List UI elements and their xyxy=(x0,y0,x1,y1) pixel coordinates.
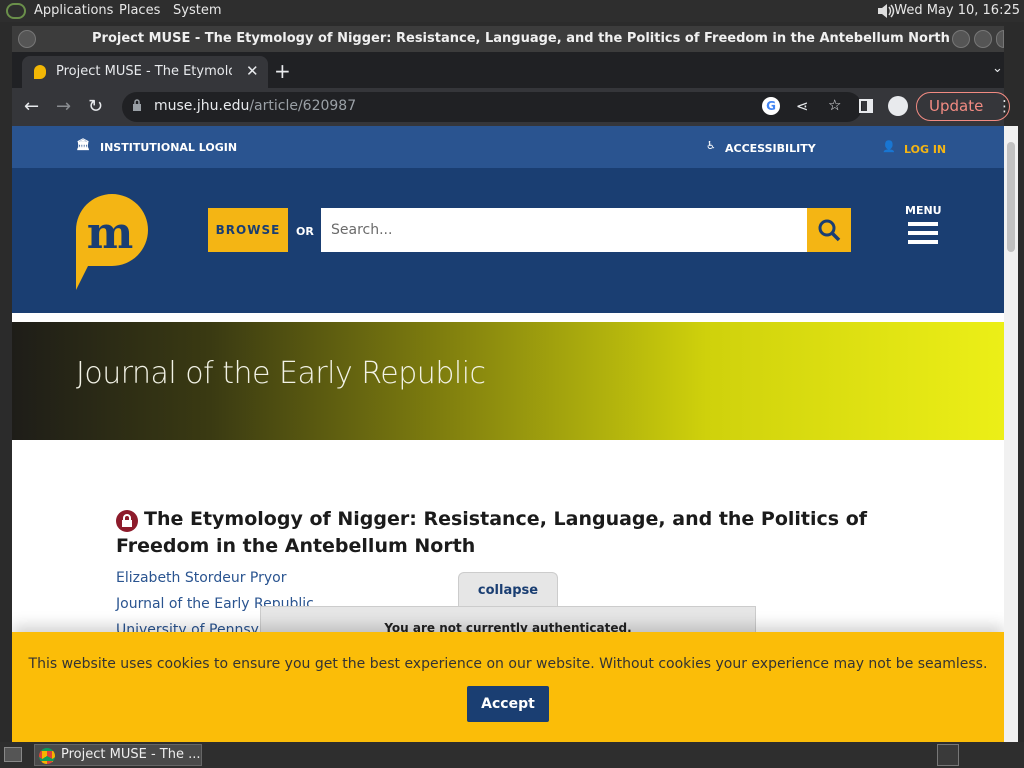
close-window-button[interactable] xyxy=(996,30,1004,48)
article-title: The Etymology of Nigger: Resistance, Lan… xyxy=(116,508,868,557)
lock-icon[interactable] xyxy=(132,99,142,112)
scrollbar-thumb[interactable] xyxy=(1007,142,1015,252)
close-tab-icon[interactable]: ✕ xyxy=(246,62,259,80)
login-link[interactable]: LOG IN xyxy=(904,143,946,156)
hamburger-icon xyxy=(905,222,941,244)
project-muse-logo[interactable]: m xyxy=(74,192,150,292)
collapse-tab[interactable]: collapse xyxy=(458,572,558,608)
window-menu-button[interactable] xyxy=(18,30,36,48)
maximize-button[interactable] xyxy=(974,30,992,48)
minimize-button[interactable] xyxy=(952,30,970,48)
places-menu[interactable]: Places xyxy=(119,3,160,18)
browse-button[interactable]: BROWSE xyxy=(208,208,288,252)
google-lens-icon[interactable]: G xyxy=(762,97,780,115)
back-arrow-icon[interactable]: ← xyxy=(24,96,39,117)
update-button[interactable]: Update ⋮ xyxy=(916,92,1012,121)
side-panel-icon[interactable] xyxy=(859,99,873,113)
window-title: Project MUSE - The Etymology of Nigger: … xyxy=(92,31,952,46)
url-path: /article/620987 xyxy=(249,98,357,114)
kebab-menu-icon[interactable]: ⋮ xyxy=(997,97,1012,115)
system-logo-icon[interactable] xyxy=(6,3,26,19)
utility-bar: 🏛 INSTITUTIONAL LOGIN ♿ ACCESSIBILITY 👤 … xyxy=(12,126,1004,168)
svg-text:m: m xyxy=(87,208,134,259)
cookie-banner: This website uses cookies to ensure you … xyxy=(12,632,1004,742)
accessibility-icon[interactable]: ♿ xyxy=(706,139,716,152)
chrome-icon xyxy=(39,748,55,764)
muse-favicon-icon xyxy=(34,65,46,79)
journal-banner: Journal of the Early Republic xyxy=(12,322,1004,440)
taskbar-window-label: Project MUSE - The ... xyxy=(61,747,201,762)
update-label: Update xyxy=(929,97,984,115)
share-icon[interactable]: ⋖ xyxy=(796,97,809,115)
url-host: muse.jhu.edu xyxy=(154,98,250,114)
menu-button[interactable]: MENU xyxy=(905,204,942,244)
address-bar[interactable]: muse.jhu.edu/article/620987 G ⋖ ☆ xyxy=(122,92,862,122)
new-tab-icon[interactable]: + xyxy=(274,59,291,83)
profile-avatar-icon[interactable] xyxy=(888,96,908,116)
or-label: OR xyxy=(296,225,314,238)
system-menu[interactable]: System xyxy=(173,3,221,18)
clock[interactable]: Wed May 10, 16:25 xyxy=(894,3,1020,18)
window-titlebar[interactable]: Project MUSE - The Etymology of Nigger: … xyxy=(12,26,1004,52)
bookmark-star-icon[interactable]: ☆ xyxy=(828,96,841,114)
tab-search-chevron-icon[interactable]: ⌄ xyxy=(992,61,1003,76)
tab-title: Project MUSE - The Etymolog xyxy=(56,64,232,79)
accept-cookies-button[interactable]: Accept xyxy=(467,686,549,722)
site-header: m BROWSE OR MENU xyxy=(12,168,1004,313)
article-author-link[interactable]: Elizabeth Stordeur Pryor xyxy=(116,570,286,586)
cookie-message: This website uses cookies to ensure you … xyxy=(28,656,988,672)
institution-icon[interactable]: 🏛 xyxy=(76,138,90,151)
user-icon[interactable]: 👤 xyxy=(882,140,896,153)
browser-toolbar: ← → ↻ muse.jhu.edu/article/620987 G ⋖ ☆ … xyxy=(12,88,1012,126)
os-taskbar: Project MUSE - The ... xyxy=(0,742,1024,768)
accessibility-link[interactable]: ACCESSIBILITY xyxy=(725,142,816,155)
os-top-panel: Applications Places System Wed May 10, 1… xyxy=(0,0,1024,22)
applications-menu[interactable]: Applications xyxy=(34,3,113,18)
tab-project-muse[interactable]: Project MUSE - The Etymolog ✕ xyxy=(22,56,268,88)
journal-title[interactable]: Journal of the Early Republic xyxy=(76,356,486,391)
forward-arrow-icon[interactable]: → xyxy=(56,96,71,117)
page-scrollbar[interactable] xyxy=(1004,126,1018,742)
show-desktop-icon[interactable] xyxy=(4,747,22,762)
taskbar-chrome-window[interactable]: Project MUSE - The ... xyxy=(34,744,202,766)
institutional-login-link[interactable]: INSTITUTIONAL LOGIN xyxy=(100,141,237,154)
search-button[interactable] xyxy=(807,208,851,252)
reload-icon[interactable]: ↻ xyxy=(88,96,103,117)
url-text[interactable]: muse.jhu.edu/article/620987 xyxy=(154,98,356,114)
menu-label: MENU xyxy=(905,204,942,217)
volume-icon[interactable] xyxy=(876,2,896,20)
search-input[interactable] xyxy=(321,208,808,252)
tray-chrome-icon[interactable] xyxy=(937,744,959,766)
page-viewport: 🏛 INSTITUTIONAL LOGIN ♿ ACCESSIBILITY 👤 … xyxy=(12,126,1004,742)
search-icon xyxy=(818,219,841,242)
tab-strip: Project MUSE - The Etymolog ✕ + ⌄ xyxy=(12,52,1004,88)
